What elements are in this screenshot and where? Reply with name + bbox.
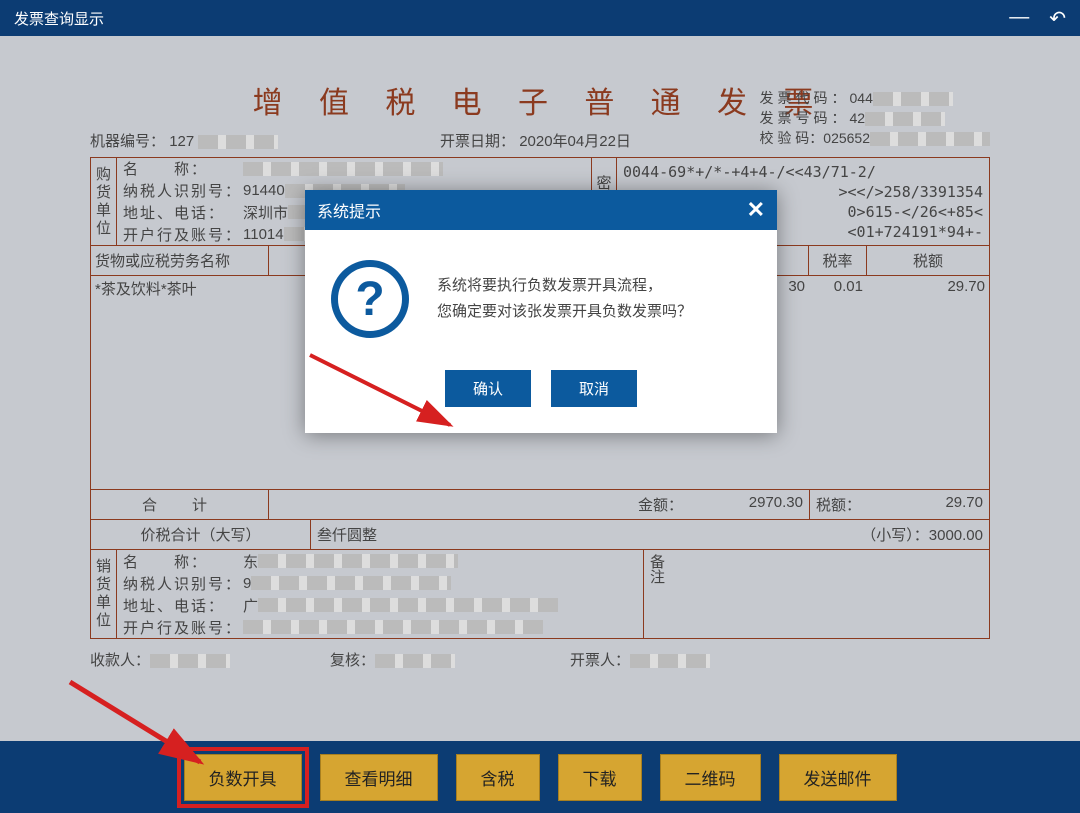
buyer-taxno-value: 91440 xyxy=(243,182,285,199)
dialog-title: 系统提示 xyxy=(317,198,381,222)
buyer-addr-value: 深圳市 xyxy=(243,202,288,223)
negative-issue-button[interactable]: 负数开具 xyxy=(184,754,302,801)
item-tax: 29.70 xyxy=(867,276,989,301)
buyer-name-label: 名 称： xyxy=(123,158,243,179)
date-label: 开票日期： xyxy=(440,133,515,150)
system-dialog: 系统提示 ✕ ? 系统将要执行负数发票开具流程， 您确定要对该张发票开具负数发票… xyxy=(305,190,777,433)
drawer-label: 开票人： xyxy=(570,652,630,669)
buyer-side: 购货单位 xyxy=(91,158,117,245)
titlebar: 发票查询显示 — ↶ xyxy=(0,0,1080,36)
close-icon[interactable]: ✕ xyxy=(747,197,765,223)
payee-label: 收款人： xyxy=(90,652,150,669)
sum-amount: 2970.30 xyxy=(689,490,809,519)
total-small-value: 3000.00 xyxy=(929,527,983,544)
sum-label: 合 计 xyxy=(91,490,269,519)
num-value: 42 xyxy=(850,110,866,126)
send-mail-button[interactable]: 发送邮件 xyxy=(779,754,897,801)
view-detail-button[interactable]: 查看明细 xyxy=(320,754,438,801)
cancel-button[interactable]: 取消 xyxy=(551,370,637,407)
sum-tax: 29.70 xyxy=(867,490,989,519)
dialog-line1: 系统将要执行负数发票开具流程， xyxy=(437,273,692,299)
seller-name-label: 名 称： xyxy=(123,551,243,572)
buyer-addr-label: 地址、电话： xyxy=(123,202,243,223)
total-small-label: （小写）： xyxy=(861,527,929,544)
total-label: 价税合计（大写） xyxy=(91,520,311,549)
buyer-bank-label: 开户行及账号： xyxy=(123,224,243,245)
check-value: 025652 xyxy=(823,130,870,146)
dialog-line2: 您确定要对该张发票开具负数发票吗？ xyxy=(437,299,692,325)
window-title: 发票查询显示 xyxy=(14,8,1009,29)
download-button[interactable]: 下载 xyxy=(558,754,642,801)
date-value: 2020年04月22日 xyxy=(519,133,631,150)
machine-value: 127 xyxy=(169,133,194,150)
num-label: 发票号码： xyxy=(760,110,850,126)
tax-button[interactable]: 含税 xyxy=(456,754,540,801)
col-name: 货物或应税劳务名称 xyxy=(91,246,269,275)
col-rate: 税率 xyxy=(809,246,867,275)
meta-row: 机器编号： 127 开票日期： 2020年04月22日 发票代码：044 发票号… xyxy=(90,130,990,151)
seller-addr-label: 地址、电话： xyxy=(123,595,243,616)
confirm-button[interactable]: 确认 xyxy=(445,370,531,407)
qrcode-button[interactable]: 二维码 xyxy=(660,754,761,801)
buyer-taxno-label: 纳税人识别号： xyxy=(123,180,243,201)
seller-bank-label: 开户行及账号： xyxy=(123,617,243,638)
code-value: 044 xyxy=(850,90,873,106)
signatures: 收款人： 复核： 开票人： xyxy=(90,649,990,670)
check-label: 校 验 码： xyxy=(760,130,824,146)
note-label: 备注 xyxy=(643,550,669,638)
buyer-bank-value: 11014 xyxy=(243,226,284,243)
seller-side: 销货单位 xyxy=(91,550,117,638)
review-label: 复核： xyxy=(330,652,375,669)
question-icon: ? xyxy=(331,260,409,338)
sum-amount-label: 金额： xyxy=(638,497,683,514)
machine-label: 机器编号： xyxy=(90,133,165,150)
sum-tax-label: 税额： xyxy=(809,490,867,519)
total-cn: 叁仟圆整 xyxy=(311,520,729,549)
code-label: 发票代码： xyxy=(760,90,850,106)
seller-taxno-label: 纳税人识别号： xyxy=(123,573,243,594)
back-icon[interactable]: ↶ xyxy=(1049,6,1066,31)
item-rate: 0.01 xyxy=(809,276,867,301)
item-name: *茶及饮料*茶叶 xyxy=(91,276,269,301)
footer-bar: 负数开具 查看明细 含税 下载 二维码 发送邮件 xyxy=(0,741,1080,813)
minimize-icon[interactable]: — xyxy=(1009,6,1029,31)
col-tax: 税额 xyxy=(867,246,989,275)
